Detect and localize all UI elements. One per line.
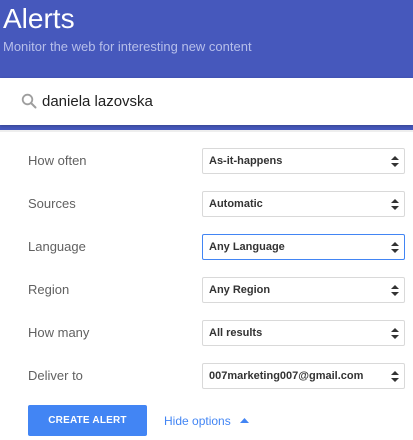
up-down-arrows-icon — [391, 156, 399, 167]
sources-value: Automatic — [209, 198, 263, 210]
option-row-sources: Sources Automatic — [0, 191, 413, 217]
region-label: Region — [28, 282, 70, 297]
caret-up-icon — [240, 418, 250, 424]
create-alert-button[interactable]: CREATE ALERT — [28, 405, 147, 436]
up-down-arrows-icon — [391, 285, 399, 296]
deliver-to-value: 007marketing007@gmail.com — [209, 370, 364, 382]
hide-options-label: Hide options — [164, 414, 231, 428]
deliver-to-select[interactable]: 007marketing007@gmail.com — [202, 363, 405, 389]
region-value: Any Region — [209, 284, 271, 296]
up-down-arrows-icon — [391, 242, 399, 253]
sources-label: Sources — [28, 196, 76, 211]
search-input[interactable] — [42, 90, 382, 112]
language-value: Any Language — [209, 241, 285, 253]
option-row-how-many: How many All results — [0, 320, 413, 346]
hide-options-link[interactable]: Hide options — [164, 413, 250, 429]
how-often-value: As-it-happens — [209, 155, 283, 167]
sources-select[interactable]: Automatic — [202, 191, 405, 217]
up-down-arrows-icon — [391, 199, 399, 210]
option-row-region: Region Any Region — [0, 277, 413, 303]
page-subtitle: Monitor the web for interesting new cont… — [3, 39, 252, 54]
option-row-language: Language Any Language — [0, 234, 413, 260]
search-icon — [21, 93, 37, 109]
up-down-arrows-icon — [391, 328, 399, 339]
search-box[interactable] — [0, 78, 413, 125]
how-many-label: How many — [28, 325, 90, 340]
option-row-how-often: How often As-it-happens — [0, 148, 413, 174]
deliver-to-label: Deliver to — [28, 368, 83, 383]
region-select[interactable]: Any Region — [202, 277, 405, 303]
language-label: Language — [28, 239, 86, 254]
up-down-arrows-icon — [391, 371, 399, 382]
how-often-select[interactable]: As-it-happens — [202, 148, 405, 174]
how-many-value: All results — [209, 327, 263, 339]
option-row-deliver-to: Deliver to 007marketing007@gmail.com — [0, 363, 413, 389]
options-panel: How often As-it-happens Sources Automati… — [0, 132, 413, 440]
how-many-select[interactable]: All results — [202, 320, 405, 346]
how-often-label: How often — [28, 153, 87, 168]
language-select[interactable]: Any Language — [202, 234, 405, 260]
page-title: Alerts — [3, 3, 75, 34]
